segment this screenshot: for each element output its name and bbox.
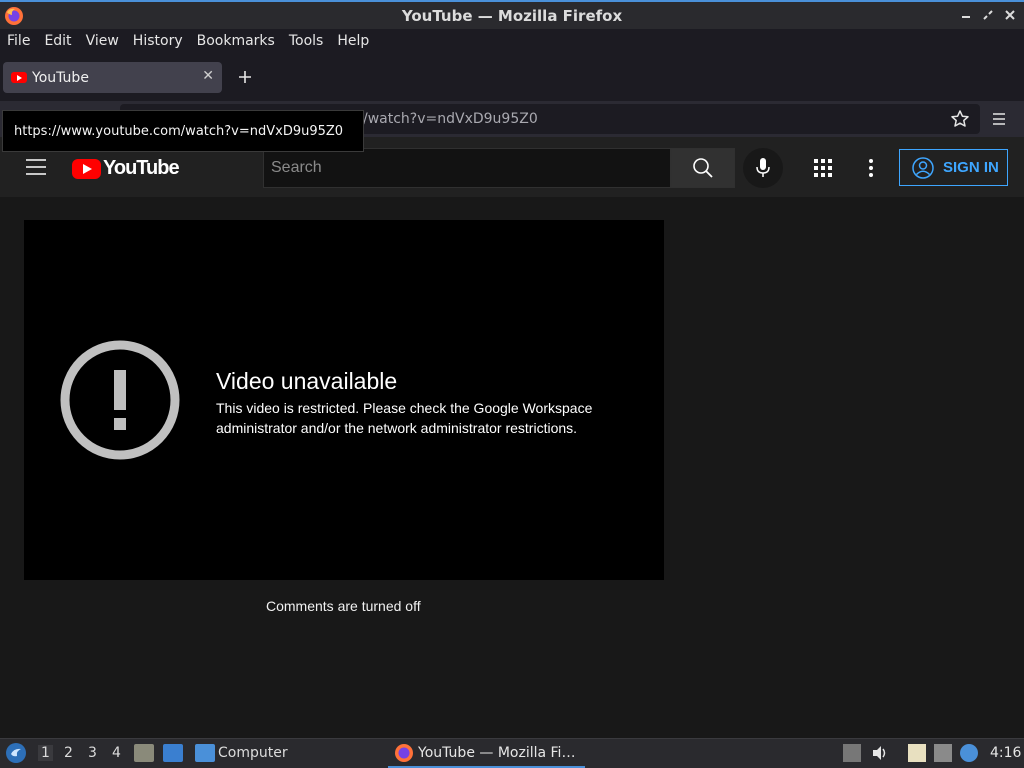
menu-history[interactable]: History	[133, 33, 183, 49]
alert-icon	[60, 340, 180, 460]
start-menu-icon[interactable]	[5, 742, 27, 764]
search-input[interactable]: Search	[263, 148, 671, 188]
workspace-4[interactable]: 4	[112, 745, 121, 761]
close-window-button[interactable]	[1002, 7, 1018, 23]
page-content: Video unavailable This video is restrict…	[0, 197, 1024, 738]
firefox-icon	[395, 743, 413, 762]
tab-close-icon[interactable]: ✕	[202, 68, 214, 84]
youtube-logo[interactable]: YouTube	[72, 157, 180, 180]
workspace-2[interactable]: 2	[64, 745, 73, 761]
tab-label: YouTube	[32, 69, 89, 86]
guide-menu-icon[interactable]	[26, 159, 46, 175]
workspace-3[interactable]: 3	[88, 745, 97, 761]
menu-bar: File Edit View History Bookmarks Tools H…	[0, 29, 1024, 53]
error-title: Video unavailable	[216, 368, 398, 394]
minimize-icon	[962, 16, 970, 18]
account-icon	[912, 156, 934, 179]
tray-updates-icon[interactable]	[843, 744, 861, 762]
link-tooltip: https://www.youtube.com/watch?v=ndVxD9u9…	[2, 110, 364, 152]
clock[interactable]: 4:16	[990, 745, 1021, 761]
menu-file[interactable]: File	[7, 33, 30, 49]
workspace-1[interactable]: 1	[38, 745, 53, 761]
bookmark-star-icon[interactable]	[950, 109, 970, 129]
tab-strip: YouTube ✕	[0, 53, 1024, 101]
new-tab-button[interactable]	[234, 66, 256, 88]
tab-youtube[interactable]: YouTube ✕	[3, 62, 222, 93]
voice-search-button[interactable]	[743, 148, 783, 188]
taskbar: 1 2 3 4 Computer YouTube — Mozilla Fi… 4…	[0, 738, 1024, 768]
window-titlebar: YouTube — Mozilla Firefox	[0, 0, 1024, 29]
menu-edit[interactable]: Edit	[44, 33, 71, 49]
firefox-icon	[5, 7, 23, 25]
comments-status: Comments are turned off	[266, 598, 421, 614]
minimize-button[interactable]	[958, 7, 974, 23]
video-player[interactable]: Video unavailable This video is restrict…	[24, 220, 664, 580]
file-manager-icon[interactable]	[134, 744, 154, 762]
taskbar-firefox-window[interactable]: YouTube — Mozilla Fi…	[388, 739, 585, 768]
menu-view[interactable]: View	[86, 33, 119, 49]
plus-icon	[239, 71, 251, 83]
folder-icon[interactable]	[195, 744, 215, 762]
youtube-favicon-icon	[11, 72, 27, 83]
sign-in-label: SIGN IN	[943, 159, 999, 176]
search-icon	[693, 158, 713, 178]
youtube-logo-text: YouTube	[103, 157, 180, 179]
volume-icon[interactable]	[871, 744, 889, 762]
error-message: This video is restricted. Please check t…	[216, 400, 593, 436]
window-title: YouTube — Mozilla Firefox	[401, 6, 623, 25]
search-button[interactable]	[671, 148, 735, 188]
network-icon[interactable]	[934, 744, 952, 762]
sign-in-button[interactable]: SIGN IN	[899, 149, 1008, 186]
menu-bookmarks[interactable]: Bookmarks	[197, 33, 275, 49]
restore-icon	[983, 10, 993, 20]
microphone-icon	[756, 158, 770, 177]
more-options-icon[interactable]	[861, 158, 881, 178]
menu-tools[interactable]: Tools	[289, 33, 324, 49]
clipboard-icon[interactable]	[908, 744, 926, 762]
close-icon	[1005, 10, 1015, 20]
taskbar-task-label: YouTube — Mozilla Fi…	[418, 744, 576, 761]
notification-icon[interactable]	[960, 744, 978, 762]
youtube-play-icon	[72, 158, 101, 179]
apps-grid-icon[interactable]	[813, 158, 833, 178]
computer-folder-label[interactable]: Computer	[218, 745, 288, 761]
menu-help[interactable]: Help	[337, 33, 369, 49]
app-menu-icon[interactable]	[991, 111, 1007, 127]
url-text: /watch?v=ndVxD9u95Z0	[363, 111, 538, 127]
desktop-icon[interactable]	[163, 744, 183, 762]
restore-button[interactable]	[980, 7, 996, 23]
